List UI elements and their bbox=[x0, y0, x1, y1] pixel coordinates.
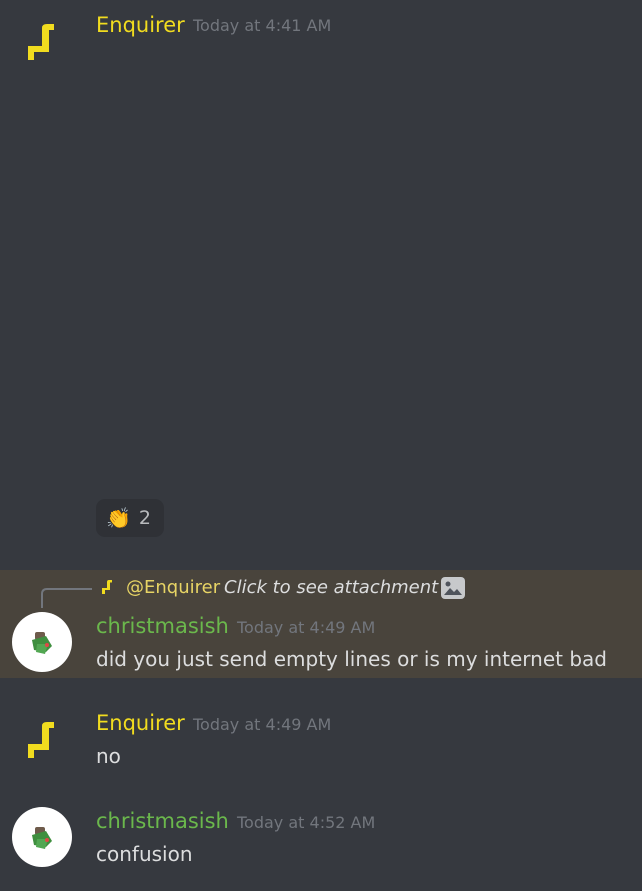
username[interactable]: christmasish bbox=[96, 613, 229, 639]
christmasish-avatar[interactable] bbox=[12, 807, 72, 867]
timestamp[interactable]: Today at 4:41 AM bbox=[193, 16, 331, 36]
reaction-count: 2 bbox=[138, 507, 151, 529]
yellow-hook-icon bbox=[28, 24, 54, 60]
timestamp[interactable]: Today at 4:52 AM bbox=[237, 813, 375, 833]
clap-icon: 👏 bbox=[106, 506, 131, 530]
message-text: did you just send empty lines or is my i… bbox=[96, 647, 608, 671]
message-text: no bbox=[96, 744, 121, 768]
reply-spine bbox=[41, 588, 92, 608]
reply-avatar-icon bbox=[102, 580, 112, 594]
timestamp[interactable]: Today at 4:49 AM bbox=[237, 618, 375, 638]
reply-attachment-text[interactable]: Click to see attachment bbox=[224, 576, 438, 600]
reaction-clap[interactable]: 👏 2 bbox=[96, 499, 164, 537]
yellow-hook-icon bbox=[28, 722, 54, 758]
username[interactable]: Enquirer bbox=[96, 710, 185, 736]
christmasish-avatar[interactable] bbox=[12, 612, 72, 672]
enquirer-avatar[interactable] bbox=[20, 714, 66, 764]
enquirer-avatar[interactable] bbox=[20, 16, 66, 66]
image-icon[interactable] bbox=[440, 576, 466, 600]
username[interactable]: Enquirer bbox=[96, 12, 185, 38]
timestamp[interactable]: Today at 4:49 AM bbox=[193, 715, 331, 735]
tree-character-icon bbox=[32, 632, 52, 654]
username[interactable]: christmasish bbox=[96, 808, 229, 834]
tree-character-icon bbox=[32, 827, 52, 849]
reply-mention[interactable]: @Enquirer bbox=[126, 576, 220, 600]
message-text: confusion bbox=[96, 842, 193, 866]
